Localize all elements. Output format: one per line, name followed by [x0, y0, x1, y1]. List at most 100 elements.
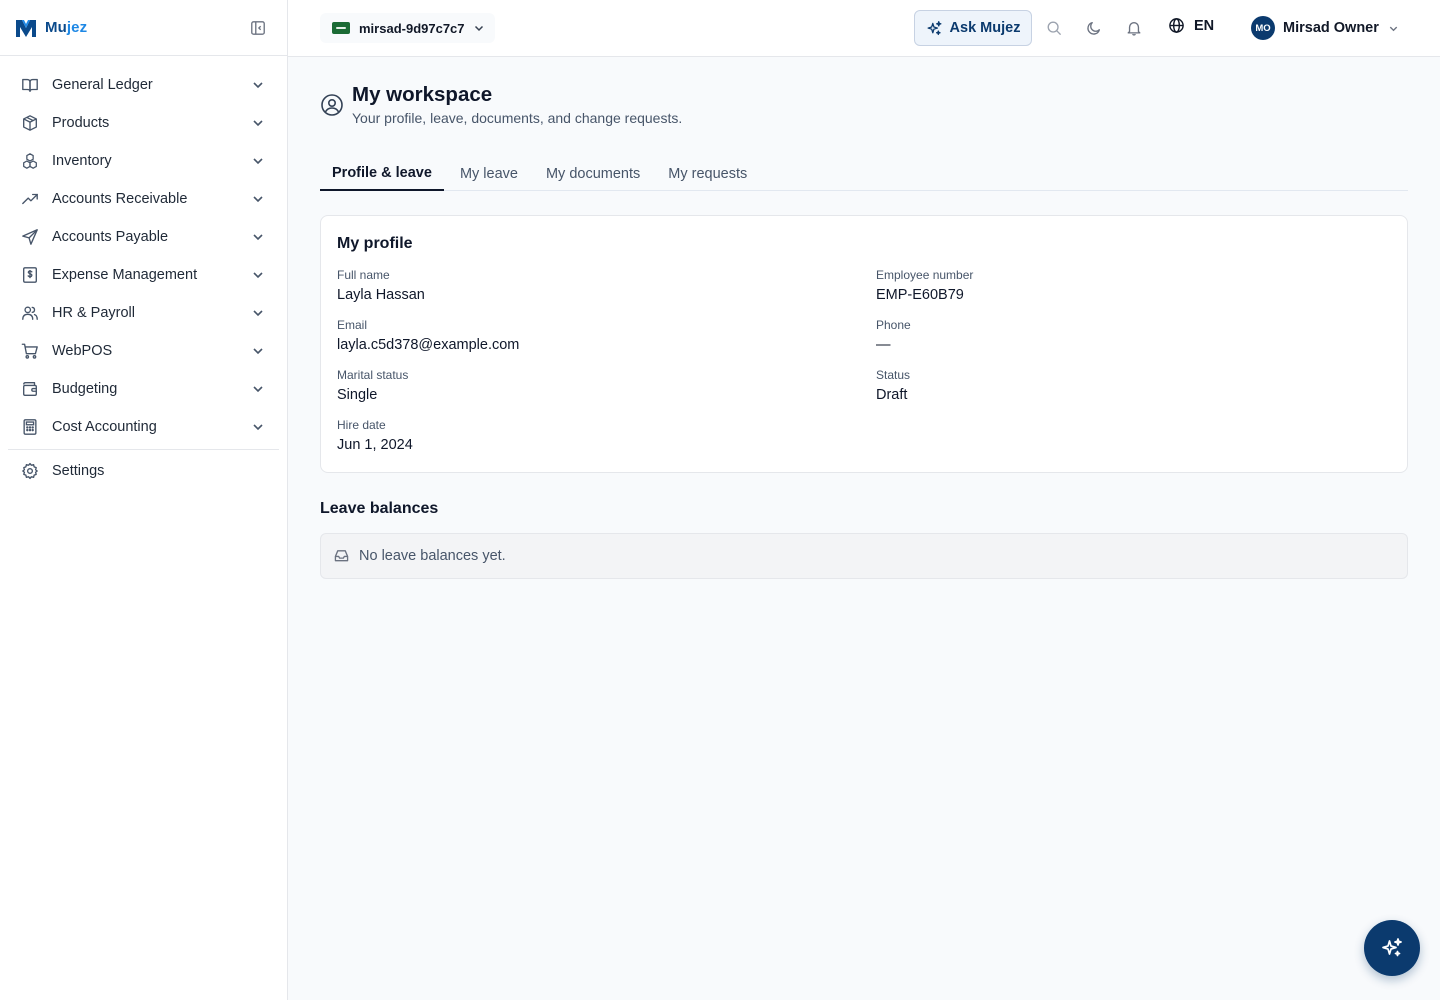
- avatar: MO: [1251, 16, 1275, 40]
- tab-my-documents[interactable]: My documents: [534, 157, 652, 191]
- field-employee-number: Employee number EMP-E60B79: [876, 268, 973, 303]
- ai-assistant-fab[interactable]: [1364, 920, 1420, 976]
- field-label: Employee number: [876, 268, 974, 282]
- sidebar-collapse-icon[interactable]: [249, 19, 267, 37]
- field-label: Email: [337, 318, 368, 332]
- sidebar-item-expense-management[interactable]: Expense Management: [0, 256, 287, 294]
- sidebar-item-label: WebPOS: [52, 343, 113, 359]
- cart-icon: [20, 341, 40, 361]
- sidebar-item-label: Cost Accounting: [52, 419, 157, 435]
- field-value: Single: [337, 387, 378, 403]
- sidebar-item-label: Settings: [52, 463, 105, 479]
- field-phone: Phone —: [876, 318, 911, 353]
- user-menu[interactable]: MO Mirsad Owner: [1251, 16, 1399, 40]
- leave-balances-empty-state: No leave balances yet.: [320, 533, 1408, 579]
- chevron-down-icon: [251, 116, 265, 130]
- gear-icon: [20, 461, 40, 481]
- receipt-icon: [20, 265, 40, 285]
- brand-name-part1: Mu: [45, 19, 67, 36]
- flag-icon: [332, 22, 350, 34]
- chevron-down-icon: [251, 306, 265, 320]
- field-full-name: Full name Layla Hassan: [337, 268, 425, 303]
- field-value: EMP-E60B79: [876, 287, 964, 303]
- field-value: Jun 1, 2024: [337, 437, 413, 453]
- field-hire-date: Hire date Jun 1, 2024: [337, 418, 413, 453]
- field-status: Status Draft: [876, 368, 910, 403]
- inbox-icon: [334, 548, 350, 564]
- sidebar: Mujez General Ledger Products Inventory …: [0, 0, 288, 1000]
- field-label: Marital status: [337, 368, 409, 382]
- sparkles-icon: [1380, 936, 1404, 960]
- chevron-down-icon: [251, 382, 265, 396]
- empty-state-text: No leave balances yet.: [359, 548, 506, 564]
- sidebar-item-label: Products: [52, 115, 110, 131]
- tab-my-requests[interactable]: My requests: [656, 157, 759, 191]
- topbar: mirsad-9d97c7c7 Ask Mujez EN MO Mirsad O…: [288, 0, 1440, 57]
- trending-up-icon: [20, 189, 40, 209]
- tab-my-leave[interactable]: My leave: [448, 157, 530, 191]
- language-label: EN: [1194, 18, 1215, 34]
- wallet-icon: [20, 379, 40, 399]
- chevron-down-icon: [251, 268, 265, 282]
- field-value: Layla Hassan: [337, 287, 425, 303]
- sidebar-item-label: Accounts Receivable: [52, 191, 188, 207]
- page-title: My workspace: [352, 83, 493, 106]
- sidebar-item-label: Expense Management: [52, 267, 198, 283]
- box-icon: [20, 113, 40, 133]
- leave-balances-title: Leave balances: [320, 500, 439, 517]
- moon-icon[interactable]: [1085, 19, 1103, 37]
- user-circle-icon: [320, 93, 344, 117]
- tabs: Profile & leave My leave My documents My…: [320, 157, 1408, 191]
- sidebar-item-cost-accounting[interactable]: Cost Accounting: [0, 408, 287, 446]
- chevron-down-icon: [251, 230, 265, 244]
- sidebar-item-settings[interactable]: Settings: [0, 452, 287, 490]
- search-icon[interactable]: [1045, 19, 1063, 37]
- chevron-down-icon: [1388, 23, 1399, 34]
- language-switcher[interactable]: EN: [1168, 17, 1214, 35]
- ask-mujez-button[interactable]: Ask Mujez: [914, 10, 1032, 46]
- sidebar-item-label: HR & Payroll: [52, 305, 135, 321]
- field-label: Full name: [337, 268, 390, 282]
- send-icon: [20, 227, 40, 247]
- chevron-down-icon: [251, 344, 265, 358]
- chevron-down-icon: [251, 192, 265, 206]
- sidebar-item-accounts-receivable[interactable]: Accounts Receivable: [0, 180, 287, 218]
- sidebar-item-inventory[interactable]: Inventory: [0, 142, 287, 180]
- sidebar-item-budgeting[interactable]: Budgeting: [0, 370, 287, 408]
- page-header: My workspace Your profile, leave, docume…: [320, 83, 682, 126]
- sidebar-item-webpos[interactable]: WebPOS: [0, 332, 287, 370]
- user-name: Mirsad Owner: [1283, 20, 1379, 36]
- field-value: —: [876, 337, 891, 353]
- sidebar-item-label: Inventory: [52, 153, 112, 169]
- main-content: My workspace Your profile, leave, docume…: [288, 57, 1440, 1000]
- chevron-down-icon: [251, 78, 265, 92]
- sidebar-item-label: Budgeting: [52, 381, 118, 397]
- chevron-down-icon: [251, 420, 265, 434]
- sidebar-item-accounts-payable[interactable]: Accounts Payable: [0, 218, 287, 256]
- field-label: Phone: [876, 318, 911, 332]
- sidebar-item-label: General Ledger: [52, 77, 153, 93]
- page-subtitle: Your profile, leave, documents, and chan…: [352, 110, 683, 126]
- sidebar-item-products[interactable]: Products: [0, 104, 287, 142]
- sidebar-item-hr-payroll[interactable]: HR & Payroll: [0, 294, 287, 332]
- field-marital-status: Marital status Single: [337, 368, 408, 403]
- users-icon: [20, 303, 40, 323]
- field-value: layla.c5d378@example.com: [337, 337, 520, 353]
- workspace-switcher[interactable]: mirsad-9d97c7c7: [320, 13, 495, 43]
- sparkles-icon: [926, 20, 943, 37]
- calculator-icon: [20, 417, 40, 437]
- globe-icon: [1168, 17, 1186, 35]
- workspace-name: mirsad-9d97c7c7: [359, 20, 465, 36]
- sidebar-nav: General Ledger Products Inventory Accoun…: [0, 56, 287, 490]
- field-label: Hire date: [337, 418, 386, 432]
- sidebar-item-general-ledger[interactable]: General Ledger: [0, 66, 287, 104]
- bell-icon[interactable]: [1125, 19, 1143, 37]
- ask-mujez-label: Ask Mujez: [949, 20, 1021, 36]
- book-icon: [20, 75, 40, 95]
- tab-profile-leave[interactable]: Profile & leave: [320, 157, 444, 191]
- profile-card-title: My profile: [337, 235, 413, 252]
- page-header-text: My workspace Your profile, leave, docume…: [352, 83, 682, 126]
- nav-divider: [8, 449, 279, 450]
- brand: Mujez: [0, 0, 287, 56]
- mujez-logo-icon[interactable]: [14, 16, 38, 40]
